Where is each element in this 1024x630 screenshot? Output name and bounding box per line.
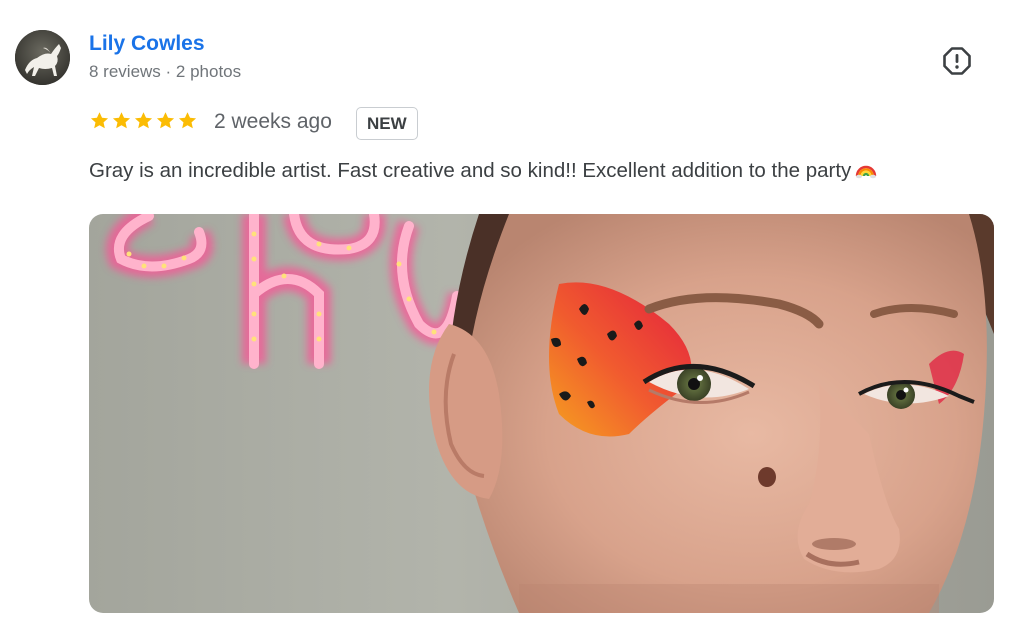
review-text-container: Gray is an incredible artist. Fast creat… (89, 157, 877, 185)
reviewer-meta: 8 reviews · 2 photos (89, 62, 242, 81)
star-icon (90, 112, 109, 129)
report-exclamation-icon (943, 47, 971, 75)
report-review-button[interactable] (940, 44, 974, 78)
reviewer-avatar[interactable] (15, 30, 70, 85)
review-time: 2 weeks ago (214, 110, 332, 133)
review-photo[interactable] (89, 214, 994, 613)
white-horse-avatar-image (15, 30, 70, 85)
rainbow-emoji-icon (855, 157, 877, 185)
face-paint-photo (89, 214, 994, 613)
star-icon (134, 112, 153, 129)
review-text: Gray is an incredible artist. Fast creat… (89, 159, 852, 182)
star-icon (156, 112, 175, 129)
reviewer-name-link[interactable]: Lily Cowles (89, 32, 205, 56)
new-badge: NEW (356, 107, 418, 140)
star-icon (112, 112, 131, 129)
star-rating (89, 110, 198, 131)
star-icon (178, 112, 197, 129)
